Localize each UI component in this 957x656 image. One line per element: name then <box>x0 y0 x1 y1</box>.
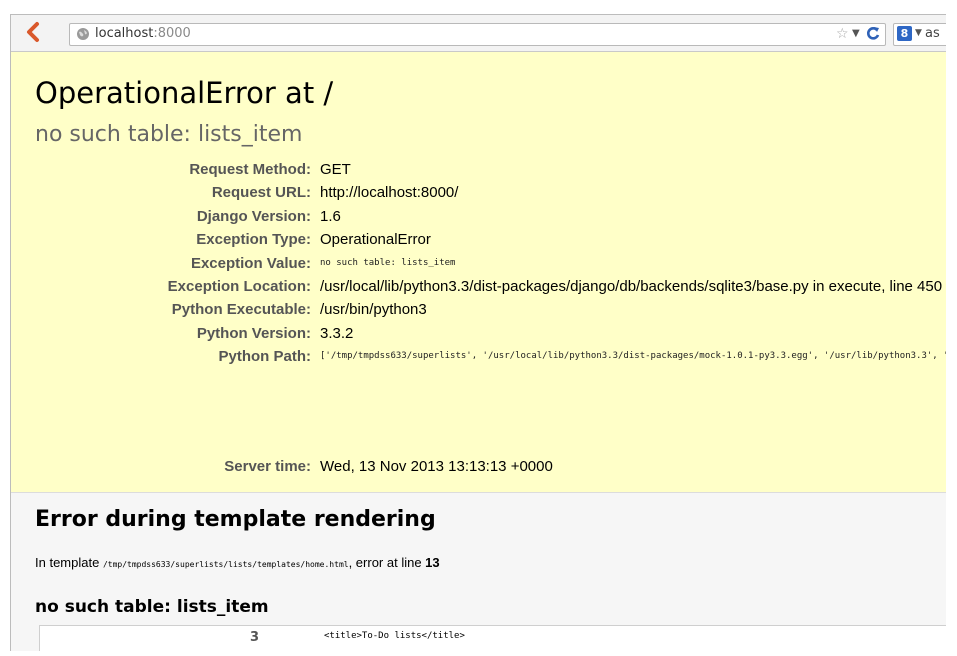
template-middle: , error at line <box>348 555 426 570</box>
chevron-down-icon[interactable]: ▼ <box>852 28 860 39</box>
meta-row-exception-value: Exception Value: no such table: lists_it… <box>11 255 946 278</box>
search-input[interactable]: as <box>925 26 940 41</box>
section-heading: Error during template rendering <box>35 507 436 532</box>
search-box[interactable]: 8 ▼ as <box>893 23 946 46</box>
meta-label: Request Method: <box>189 161 311 178</box>
meta-row-exception-location: Exception Location: /usr/local/lib/pytho… <box>11 278 946 301</box>
meta-value: /usr/local/lib/python3.3/dist-packages/d… <box>320 277 943 295</box>
url-host: localhost <box>95 26 154 41</box>
template-error-section: Error during template rendering In templ… <box>11 493 946 651</box>
meta-value: OperationalError <box>320 231 431 249</box>
address-bar[interactable]: localhost:8000 ☆ ▼ <box>69 23 886 46</box>
reload-icon[interactable] <box>865 25 881 41</box>
request-meta-table: Request Method: GET Request URL: http://… <box>11 161 946 482</box>
template-line-number: 13 <box>425 555 440 570</box>
template-prefix: In template <box>35 555 103 570</box>
source-code-table: 3 <title>To-Do lists</title> <box>39 625 946 651</box>
browser-window: localhost:8000 ☆ ▼ 8 ▼ as OperationalErr… <box>10 14 946 651</box>
meta-value: 1.6 <box>320 207 341 225</box>
meta-row-python-version: Python Version: 3.3.2 <box>11 325 946 348</box>
chevron-down-icon[interactable]: ▼ <box>915 28 922 38</box>
code-line-number: 3 <box>250 630 260 645</box>
meta-row-request-url: Request URL: http://localhost:8000/ <box>11 184 946 207</box>
template-error-message: no such table: lists_item <box>35 597 269 617</box>
google-search-icon: 8 <box>897 26 912 41</box>
template-location: In template /tmp/tmpdss633/superlists/li… <box>35 555 440 570</box>
meta-value: Wed, 13 Nov 2013 13:13:13 +0000 <box>320 458 553 476</box>
meta-value: 3.3.2 <box>320 324 354 342</box>
meta-row-python-executable: Python Executable: /usr/bin/python3 <box>11 301 946 324</box>
meta-label: Python Executable: <box>171 301 311 319</box>
meta-label: Server time: <box>224 458 311 476</box>
globe-icon <box>77 28 89 40</box>
meta-row-python-path: Python Path: ['/tmp/tmpdss633/superlists… <box>11 348 947 458</box>
exception-subtitle: no such table: lists_item <box>35 122 303 147</box>
meta-value: no such table: lists_item <box>320 257 456 268</box>
error-summary: OperationalError at / no such table: lis… <box>11 52 946 493</box>
template-path: /tmp/tmpdss633/superlists/lists/template… <box>102 560 349 569</box>
browser-toolbar: localhost:8000 ☆ ▼ 8 ▼ as <box>11 15 946 52</box>
meta-value: ['/tmp/tmpdss633/superlists', '/usr/loca… <box>320 351 946 362</box>
meta-label: Exception Location: <box>167 277 311 295</box>
meta-label: Python Version: <box>196 324 311 342</box>
url-text: localhost:8000 <box>95 26 191 41</box>
meta-value: GET <box>320 161 351 178</box>
meta-label: Exception Value: <box>190 254 311 272</box>
meta-label: Exception Type: <box>196 231 311 249</box>
meta-value: /usr/bin/python3 <box>320 301 427 319</box>
meta-value: http://localhost:8000/ <box>320 184 459 202</box>
meta-row-exception-type: Exception Type: OperationalError <box>11 231 946 254</box>
page-title: OperationalError at / <box>35 76 334 110</box>
bookmark-star-icon[interactable]: ☆ <box>836 26 849 42</box>
meta-row-request-method: Request Method: GET <box>11 161 946 184</box>
url-port: :8000 <box>153 26 191 41</box>
meta-label: Django Version: <box>196 207 311 225</box>
back-arrow-icon[interactable] <box>23 21 43 43</box>
meta-row-server-time: Server time: Wed, 13 Nov 2013 13:13:13 +… <box>11 458 946 481</box>
meta-label: Python Path: <box>218 348 312 366</box>
meta-label: Request URL: <box>211 184 311 202</box>
code-line-text: <title>To-Do lists</title> <box>324 631 465 641</box>
meta-row-django-version: Django Version: 1.6 <box>11 208 946 231</box>
